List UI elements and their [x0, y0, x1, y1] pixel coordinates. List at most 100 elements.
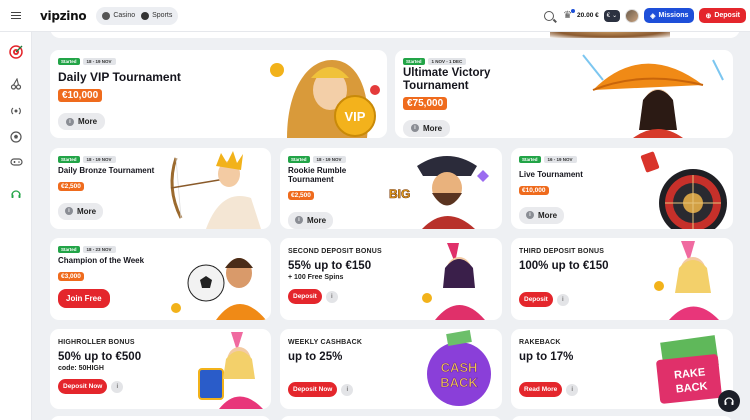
bonus-kicker: HIGHROLLER BONUS: [58, 339, 135, 346]
search-icon[interactable]: [544, 10, 555, 21]
badge-row: Started 18 - 19 NOV: [288, 156, 388, 163]
status-badge: Started: [58, 246, 80, 253]
big-win-text: BIG: [389, 187, 410, 201]
card-title: Champion of the Week: [58, 256, 145, 265]
badge-row: Started 18 - 19 NOV: [58, 156, 158, 163]
headset-icon: [724, 397, 734, 405]
archer-art: [161, 148, 271, 229]
info-icon: i: [66, 117, 74, 126]
bonus-card-weekly-cashback[interactable]: WEEKLY CASHBACK up to 25% Deposit Now i …: [280, 329, 502, 409]
badge-row: Started 18 - 23 NOV: [58, 246, 153, 253]
bonus-kicker: RAKEBACK: [519, 339, 561, 346]
menu-icon[interactable]: [0, 0, 32, 32]
more-label: More: [78, 117, 98, 127]
date-badge: 18 - 19 NOV: [82, 58, 116, 65]
prize-badge: €2,500: [58, 182, 84, 192]
notification-dot: [571, 9, 576, 13]
more-button[interactable]: i More: [519, 206, 565, 224]
logo[interactable]: vipzino: [40, 9, 87, 23]
info-icon[interactable]: i: [325, 290, 338, 303]
tournament-card-daily-vip[interactable]: Started 18 - 19 NOV Daily VIP Tournament…: [50, 50, 387, 138]
info-icon: i: [526, 211, 534, 220]
header-tools: ♛ 20.00 € € ⌄ ◈ Missions ⊕ Deposit: [544, 8, 750, 23]
mode-sports[interactable]: Sports: [141, 11, 173, 20]
live-broadcast-icon[interactable]: [8, 103, 24, 119]
card-title: Live Tournament: [519, 170, 583, 179]
bonus-headline: up to 17%: [519, 351, 574, 363]
tournament-card-live[interactable]: Started 16 - 19 NOV Live Tournament €10,…: [511, 148, 733, 229]
info-icon: i: [65, 207, 73, 216]
highroller-art: [191, 329, 271, 409]
card-partial-1: [50, 416, 271, 420]
info-icon[interactable]: i: [111, 380, 124, 393]
date-badge: 16 - 19 NOV: [543, 156, 577, 163]
more-button[interactable]: i More: [58, 202, 104, 220]
more-label: More: [77, 206, 97, 216]
prize-badge: €10,000: [58, 88, 103, 102]
status-badge: Started: [58, 156, 80, 163]
status-badge: Started: [288, 156, 310, 163]
balance: 20.00 €: [577, 12, 599, 19]
headset-icon[interactable]: [8, 186, 24, 202]
bonus-card-highroller[interactable]: HIGHROLLER BONUS 50% up to €500 code: 50…: [50, 329, 271, 409]
card-title: Daily Bronze Tournament: [58, 166, 155, 175]
wallet-button[interactable]: € ⌄: [603, 9, 621, 22]
deposit-button[interactable]: Deposit: [519, 292, 553, 307]
date-badge: 18 - 23 NOV: [82, 246, 116, 253]
badge-row: Started 18 - 19 NOV: [58, 58, 181, 65]
previous-banner: [50, 32, 740, 38]
plus-icon: ⊕: [705, 12, 712, 20]
banner-art: [550, 32, 670, 38]
cashback-text-1: CASH: [441, 360, 478, 375]
badge-row: Started 1 NOV - 1 DEC: [403, 58, 553, 65]
bonus-headline: 100% up to €150: [519, 260, 609, 272]
deposit-label: Deposit: [714, 12, 740, 19]
cashback-text-2: BACK: [440, 375, 478, 390]
tournament-card-daily-bronze[interactable]: Started 18 - 19 NOV Daily Bronze Tournam…: [50, 148, 271, 229]
info-icon[interactable]: i: [556, 293, 569, 306]
prize-badge: €10,000: [519, 186, 549, 196]
join-free-button[interactable]: Join Free: [58, 289, 110, 309]
tournament-card-rookie-rumble[interactable]: Started 18 - 19 NOV Rookie Rumble Tourna…: [280, 148, 502, 229]
deposit-button[interactable]: ⊕ Deposit: [699, 8, 746, 23]
mode-casino[interactable]: Casino: [102, 11, 135, 20]
card-title: Rookie Rumble Tournament: [288, 166, 347, 185]
pirate-art: BIG: [387, 148, 502, 229]
more-button[interactable]: i More: [58, 113, 106, 131]
bonus-headline: up to 25%: [288, 351, 343, 363]
read-more-button[interactable]: Read More: [519, 382, 563, 397]
avatar[interactable]: [625, 8, 640, 23]
deposit-now-button[interactable]: Deposit Now: [288, 382, 338, 397]
status-badge: Started: [519, 156, 541, 163]
info-icon: i: [411, 124, 419, 133]
more-button[interactable]: i More: [403, 119, 451, 137]
tournament-card-champion-week[interactable]: Started 18 - 23 NOV Champion of the Week…: [50, 238, 271, 320]
bonus-headline: 55% up to €150: [288, 260, 372, 272]
trophy-icon[interactable]: ♛: [563, 9, 576, 21]
gamepad-icon[interactable]: [8, 154, 24, 170]
date-badge: 18 - 19 NOV: [312, 156, 346, 163]
cherries-icon[interactable]: [8, 76, 24, 92]
umbrella-girl-art: [573, 50, 733, 138]
wallet-currency: €: [606, 12, 611, 19]
more-button[interactable]: i More: [288, 211, 334, 229]
deposit-now-button[interactable]: Deposit Now: [58, 379, 108, 394]
card-title: Ultimate Victory Tournament: [403, 67, 491, 93]
missions-button[interactable]: ◈ Missions: [644, 8, 695, 23]
support-chat-button[interactable]: [718, 390, 740, 412]
status-badge: Started: [58, 58, 80, 65]
card-partial-3: [511, 416, 733, 420]
mode-sports-label: Sports: [152, 12, 173, 19]
deposit-button[interactable]: Deposit: [288, 289, 322, 304]
target-icon[interactable]: [8, 44, 24, 60]
soccer-ball-icon[interactable]: [8, 129, 24, 145]
tournament-card-ultimate-victory[interactable]: Started 1 NOV - 1 DEC Ultimate Victory T…: [395, 50, 733, 138]
info-icon[interactable]: i: [566, 383, 579, 396]
main-content: Started 18 - 19 NOV Daily VIP Tournament…: [32, 32, 750, 420]
bunny-girl-art: [407, 238, 502, 320]
info-icon[interactable]: i: [341, 383, 354, 396]
bonus-card-third-deposit[interactable]: THIRD DEPOSIT BONUS 100% up to €150 Depo…: [511, 238, 733, 320]
soccer-ball-icon: [141, 11, 150, 20]
bonus-card-rakeback[interactable]: RAKEBACK up to 17% Read More i RAKE BACK: [511, 329, 733, 409]
bonus-card-second-deposit[interactable]: SECOND DEPOSIT BONUS 55% up to €150 + 10…: [280, 238, 502, 320]
